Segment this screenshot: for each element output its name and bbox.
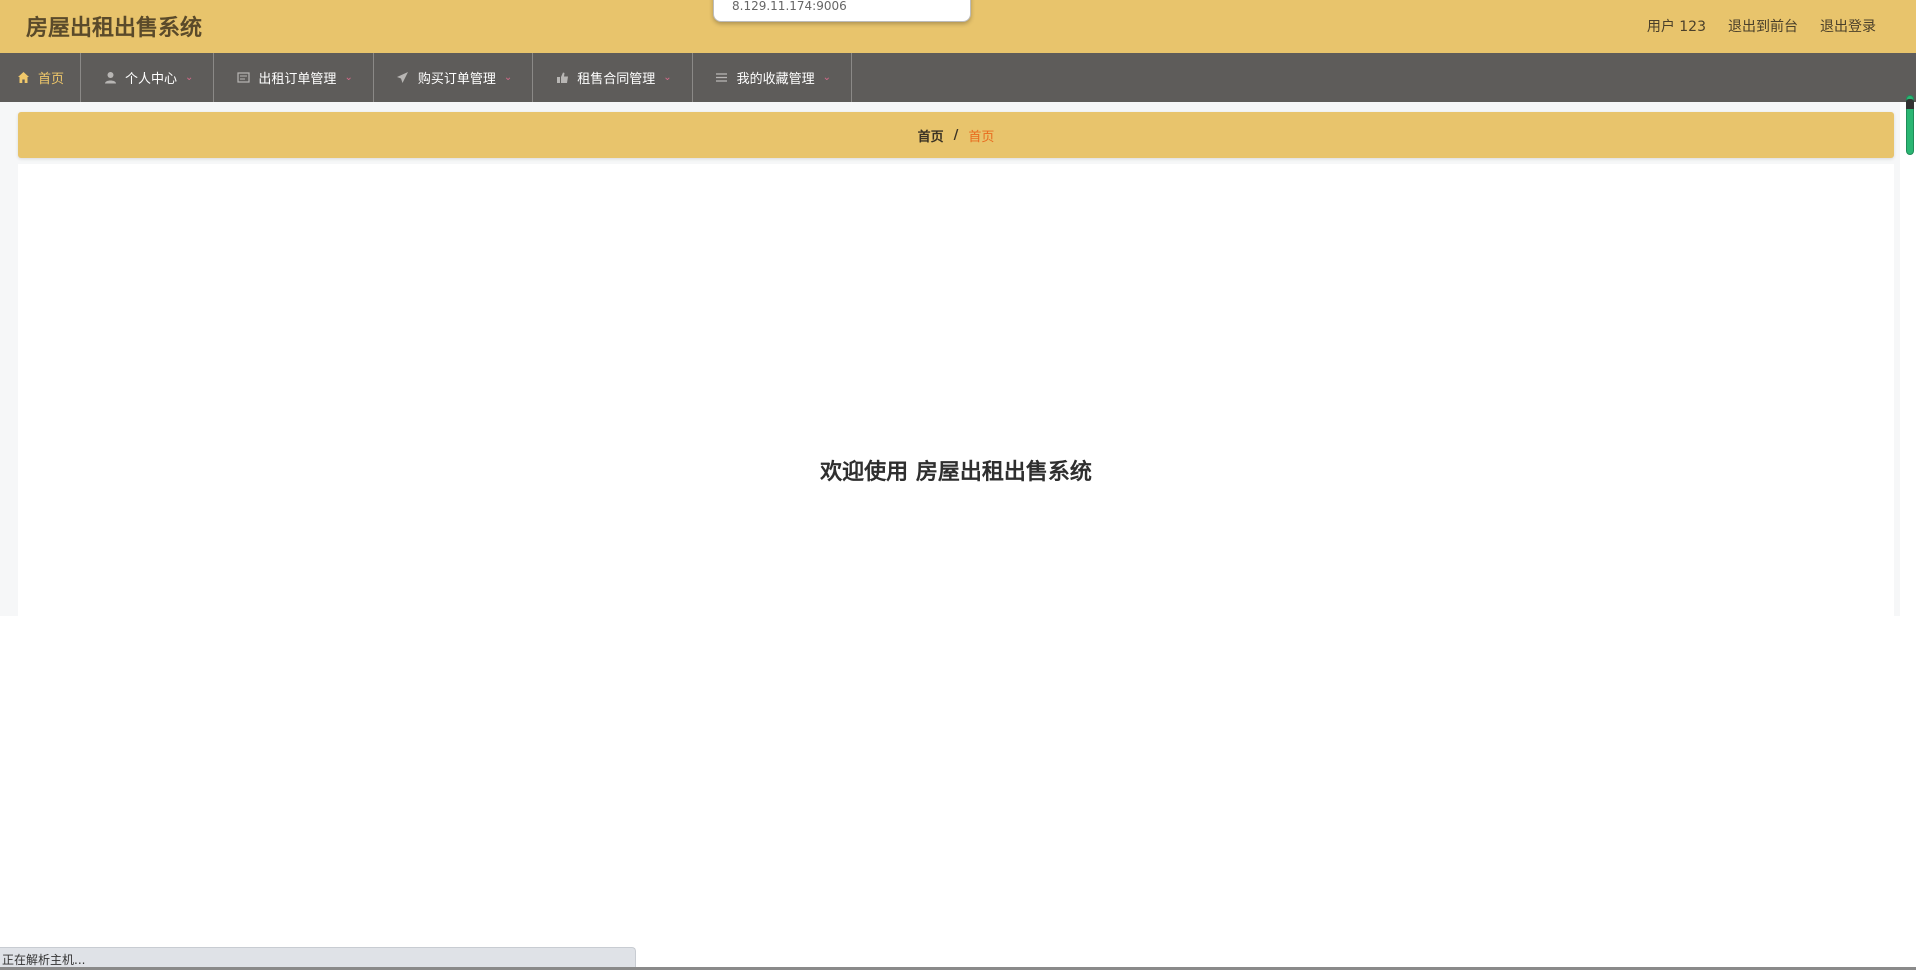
nav-item-label: 购买订单管理 [417, 72, 496, 87]
main-content-area: 首页 / 首页 欢迎使用 房屋出租出售系统 [0, 102, 1900, 616]
chevron-down-icon: ⌄ [503, 71, 513, 83]
chevron-down-icon: ⌄ [663, 71, 672, 83]
chevron-down-icon: ⌄ [822, 71, 832, 83]
app-title: 房屋出租出售系统 [26, 16, 203, 41]
user-name-link[interactable]: 用户 123 [1647, 16, 1706, 36]
breadcrumb-home[interactable]: 首页 [918, 126, 944, 145]
thumb-icon [555, 71, 569, 85]
menu-icon [715, 71, 729, 85]
logout-link[interactable]: 退出登录 [1820, 16, 1876, 36]
home-icon [16, 71, 30, 85]
nav-item-label: 租售合同管理 [577, 72, 656, 87]
user-icon [103, 71, 117, 85]
nav-item-label: 我的收藏管理 [736, 72, 815, 87]
url-tooltip: 8.129.11.174:9006 [713, 0, 971, 22]
welcome-message: 欢迎使用 房屋出租出售系统 [820, 460, 1092, 485]
browser-status-bar: 正在解析主机... [0, 947, 636, 969]
breadcrumb-separator: / [953, 127, 959, 143]
nav-item-rent-orders[interactable]: 出租订单管理 ⌄ [214, 53, 374, 102]
nav-item-label: 个人中心 [125, 72, 178, 87]
nav-item-purchase-orders[interactable]: 购买订单管理 ⌄ [374, 53, 534, 102]
breadcrumb-current: 首页 [968, 129, 995, 145]
nav-item-favorites[interactable]: 我的收藏管理 ⌄ [693, 53, 853, 102]
scrollbar-cap [1906, 99, 1914, 109]
nav-item-personal-center[interactable]: 个人中心 ⌄ [81, 53, 215, 102]
welcome-card: 欢迎使用 房屋出租出售系统 [18, 164, 1894, 616]
main-nav: 首页 个人中心 ⌄ 出租订单管理 ⌄ 购买订单管理 ⌄ 租售合同管理 ⌄ 我的收… [0, 53, 1916, 102]
header-links: 用户 123 退出到前台 退出登录 [1647, 16, 1876, 36]
send-icon [396, 71, 410, 85]
breadcrumb: 首页 / 首页 [18, 112, 1894, 158]
chevron-down-icon: ⌄ [344, 71, 353, 83]
chevron-down-icon: ⌄ [185, 71, 194, 83]
nav-item-label: 首页 [38, 72, 65, 87]
nav-item-label: 出租订单管理 [258, 72, 337, 87]
list-icon [236, 71, 250, 85]
exit-to-front-link[interactable]: 退出到前台 [1728, 16, 1798, 36]
nav-item-contracts[interactable]: 租售合同管理 ⌄ [533, 53, 693, 102]
nav-item-home[interactable]: 首页 [0, 53, 82, 102]
